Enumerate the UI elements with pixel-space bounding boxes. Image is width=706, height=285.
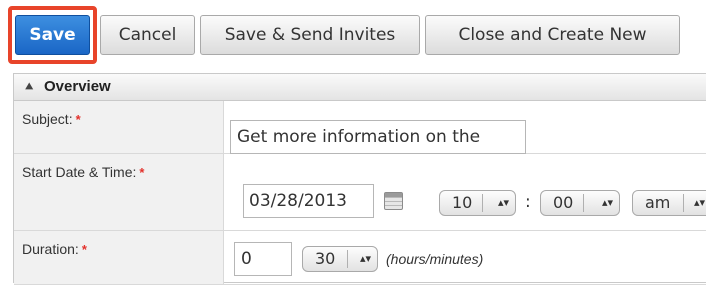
start-minute-select[interactable]: 00 ▴▾ bbox=[540, 190, 620, 216]
save-send-invites-button[interactable]: Save & Send Invites bbox=[200, 15, 420, 55]
start-date-label-cell: Start Date & Time: * bbox=[14, 154, 224, 230]
overview-panel: ⯅ Overview Subject: * Start Date & Time: *… bbox=[13, 73, 706, 285]
start-date-row: Start Date & Time: * 03/28/2013 10 ▴▾ : 0… bbox=[14, 154, 706, 231]
duration-hours-input[interactable]: 0 bbox=[234, 242, 292, 276]
calendar-icon[interactable] bbox=[384, 192, 403, 210]
spinner-arrows-icon: ▴▾ bbox=[497, 196, 509, 209]
duration-row: Duration: * 0 30 ▴▾ (hours/minutes) bbox=[14, 231, 706, 285]
spinner-arrows-icon: ▴▾ bbox=[601, 196, 613, 209]
duration-minutes-select[interactable]: 30 ▴▾ bbox=[302, 246, 378, 272]
required-marker: * bbox=[81, 242, 87, 257]
duration-minutes-value: 30 bbox=[315, 249, 336, 268]
start-date-input[interactable]: 03/28/2013 bbox=[243, 184, 374, 218]
cancel-button[interactable]: Cancel bbox=[100, 15, 195, 55]
save-button[interactable]: Save bbox=[15, 15, 90, 55]
start-hour-select[interactable]: 10 ▴▾ bbox=[439, 190, 516, 216]
subject-input[interactable]: Get more information on the bbox=[230, 120, 526, 154]
subject-label: Subject: bbox=[22, 111, 73, 127]
required-marker: * bbox=[139, 165, 145, 180]
close-and-create-new-button[interactable]: Close and Create New bbox=[425, 15, 680, 55]
panel-header[interactable]: ⯅ Overview bbox=[14, 74, 706, 101]
start-meridiem-select[interactable]: am ▴▾ bbox=[632, 190, 706, 216]
panel-title: Overview bbox=[44, 78, 111, 95]
spinner-arrows-icon: ▴▾ bbox=[359, 252, 371, 265]
double-chevron-up-icon[interactable]: ⯅ bbox=[24, 74, 34, 100]
start-meridiem-value: am bbox=[645, 193, 671, 212]
time-separator: : bbox=[525, 192, 531, 212]
subject-label-cell: Subject: * bbox=[14, 101, 224, 153]
duration-label: Duration: bbox=[22, 241, 79, 257]
start-hour-value: 10 bbox=[452, 193, 473, 212]
required-marker: * bbox=[75, 112, 81, 127]
duration-label-cell: Duration: * bbox=[14, 231, 224, 284]
duration-hint: (hours/minutes) bbox=[386, 251, 484, 267]
start-date-label: Start Date & Time: bbox=[22, 164, 137, 180]
start-minute-value: 00 bbox=[553, 193, 574, 212]
spinner-arrows-icon: ▴▾ bbox=[693, 196, 705, 209]
